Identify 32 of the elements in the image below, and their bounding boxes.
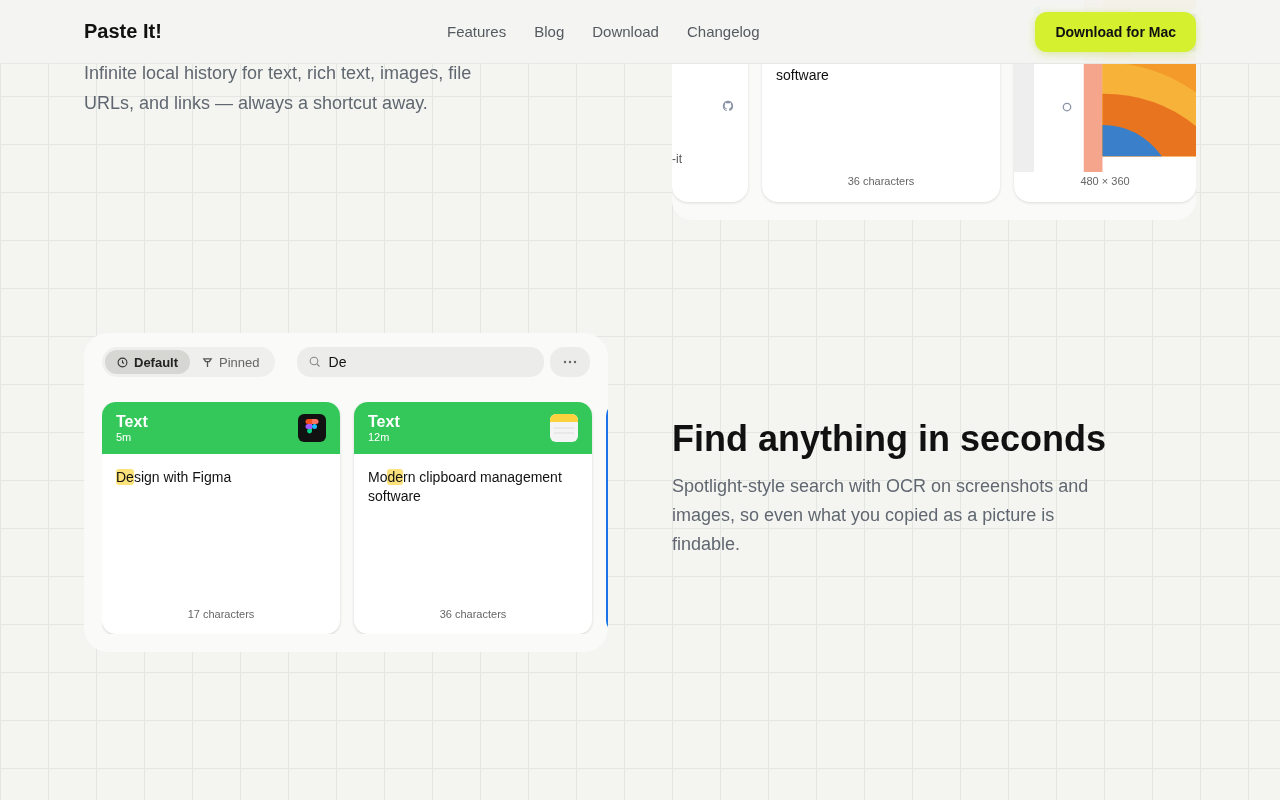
download-button[interactable]: Download for Mac (1035, 11, 1196, 52)
clip-card[interactable]: Text 12m Modern clipboard management software 36 characters (354, 402, 592, 634)
app-icon (298, 414, 326, 442)
notes-icon (550, 414, 578, 442)
filter-tab[interactable]: Default (105, 350, 191, 374)
clip-type: Text (368, 413, 400, 431)
clip-text: Design with Figma (116, 468, 233, 487)
feature-title: Find anything in seconds (672, 418, 1108, 460)
clip-time: 5m (116, 431, 133, 443)
nav-link[interactable]: Blog (534, 23, 565, 40)
pin-icon (202, 356, 214, 368)
clip-time: 12m (368, 431, 391, 443)
character-count: 36 characters (438, 608, 508, 620)
clip-text: software (776, 67, 829, 83)
nav-link[interactable]: Features (447, 23, 507, 40)
more-icon (563, 360, 577, 364)
logo[interactable]: Paste It! (84, 20, 447, 43)
feature-description: Spotlight-style search with OCR on screenshots and images, so even what you copied as a picture is findable. (672, 475, 1090, 556)
clip-type: Text (116, 413, 148, 431)
search-field[interactable]: De (296, 347, 544, 377)
nav-link[interactable]: Changelog (686, 23, 760, 40)
clip-card[interactable]: Text 5m Design with Figma 17 characters (102, 402, 340, 634)
nav-link[interactable]: Download (592, 23, 659, 40)
intro-text: Infinite local history for text, rich text, images, file URLs, and links — always a shortcut away. (84, 62, 473, 115)
image-size: 480 × 360 (1079, 175, 1131, 187)
more-button[interactable] (550, 347, 590, 377)
filter-tab[interactable]: Pinned (190, 350, 272, 374)
clip-text: Modern clipboard management software (368, 468, 563, 506)
link-text: -it (672, 152, 682, 166)
character-count: 36 characters (846, 175, 916, 187)
clock-icon (117, 356, 128, 368)
character-count: 17 characters (186, 608, 256, 620)
